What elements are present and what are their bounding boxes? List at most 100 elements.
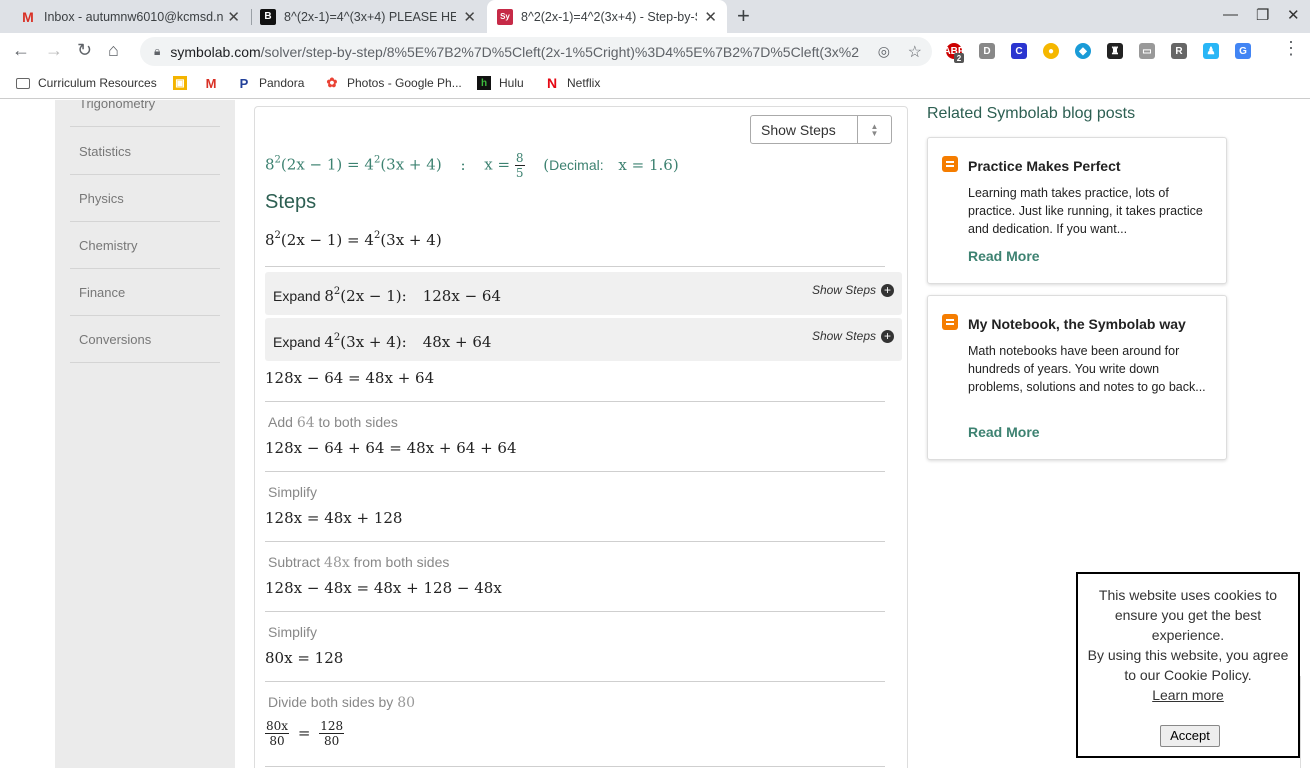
close-window-icon[interactable]: ✕: [1287, 6, 1300, 24]
bookmark-gmail[interactable]: M: [204, 75, 226, 91]
extension-window-icon[interactable]: ▭: [1139, 43, 1155, 59]
sidebar-item-finance[interactable]: Finance: [70, 269, 220, 316]
accept-button[interactable]: Accept: [1160, 725, 1220, 747]
equation-step: 128x − 48x = 48x + 128 − 48x: [265, 579, 502, 597]
blog-excerpt: Learning math takes practice, lots of pr…: [968, 186, 1203, 236]
location-icon[interactable]: ◎: [878, 43, 890, 60]
minimize-icon[interactable]: —: [1223, 6, 1238, 23]
divider: [265, 681, 885, 682]
equation-step: 128x − 64 = 48x + 64: [265, 369, 435, 387]
blog-card: My Notebook, the Symbolab way Math noteb…: [927, 295, 1227, 460]
fraction-equation: 80x 80 = 128 80: [265, 719, 345, 748]
show-steps-button[interactable]: Show Steps +: [812, 329, 894, 343]
extension-coin-icon[interactable]: ●: [1043, 43, 1059, 59]
read-more-link[interactable]: Read More: [968, 424, 1040, 440]
solution-panel: Show Steps ▲ ▼ 82(2x − 1) = 42(3x + 4) : …: [254, 106, 908, 768]
restore-icon[interactable]: ❐: [1256, 6, 1269, 24]
step-description: Divide both sides by 80: [268, 694, 416, 711]
bookmarks-bar: Curriculum Resources ▣ M P Pandora ✿ Photo…: [0, 69, 1310, 99]
bookmark-hulu[interactable]: h Hulu: [477, 76, 524, 90]
tab-gmail[interactable]: M Inbox - autumnw6010@kcmsd.n ✕: [10, 0, 250, 33]
tab-title: 8^(2x-1)=4^(3x+4) PLEASE HELP: [284, 9, 456, 24]
menu-icon[interactable]: ⋮: [1282, 38, 1300, 59]
tab-brainly[interactable]: B 8^(2x-1)=4^(3x+4) PLEASE HELP ✕: [250, 0, 486, 33]
extension-d-icon[interactable]: D: [979, 43, 995, 59]
sidebar: Trigonometry Statistics Physics Chemistr…: [55, 100, 235, 768]
extension-dark-icon[interactable]: ♜: [1107, 43, 1123, 59]
bookmark-label: Pandora: [259, 76, 305, 90]
related-posts-title: Related Symbolab blog posts: [927, 105, 1136, 122]
gmail-icon: M: [22, 8, 34, 25]
divider: [265, 471, 885, 472]
star-icon[interactable]: ☆: [908, 42, 922, 62]
step-description: Simplify: [268, 624, 318, 640]
bookmark-classroom[interactable]: ▣: [173, 76, 195, 90]
bookmark-pandora[interactable]: P Pandora: [237, 76, 305, 91]
steps-heading: Steps: [265, 191, 317, 213]
step-description: Simplify: [268, 484, 318, 500]
steps-dropdown[interactable]: Show Steps ▲ ▼: [750, 115, 892, 144]
divider: [265, 611, 885, 612]
blog-excerpt: Math notebooks have been around for hund…: [968, 344, 1206, 394]
divider: [265, 266, 885, 267]
extension-r-icon[interactable]: R: [1171, 43, 1187, 59]
sidebar-item-physics[interactable]: Physics: [70, 175, 220, 222]
blog-title[interactable]: My Notebook, the Symbolab way: [968, 316, 1186, 332]
forward-icon[interactable]: →: [45, 40, 63, 61]
cookie-text: This website uses cookies to ensure you …: [1098, 587, 1278, 643]
expand-step-2: Expand 42(3x + 4): 48x + 64 Show Steps +: [265, 318, 902, 361]
divider: [265, 766, 885, 767]
folder-icon: [16, 77, 30, 89]
read-more-link[interactable]: Read More: [968, 248, 1040, 264]
address-bar[interactable]: 🔒︎ symbolab.com/solver/step-by-step/8%5E…: [140, 37, 932, 66]
blogger-icon: [942, 314, 958, 330]
dropdown-label: Show Steps: [761, 121, 836, 138]
equation-step: 128x = 48x + 128: [265, 509, 403, 527]
extension-vpn-icon[interactable]: ◆: [1075, 43, 1091, 59]
symbolab-icon: Sy: [497, 8, 513, 25]
show-steps-button[interactable]: Show Steps +: [812, 283, 894, 297]
photos-icon: ✿: [326, 75, 338, 90]
extension-badge: 2: [954, 53, 964, 63]
divider: [265, 541, 885, 542]
lock-icon: 🔒︎: [154, 44, 161, 58]
equation-line: 82(2x − 1) = 42(3x + 4): [265, 230, 442, 249]
divider: [265, 401, 885, 402]
blog-card: Practice Makes Perfect Learning math tak…: [927, 137, 1227, 284]
reload-icon[interactable]: ↻: [77, 40, 92, 61]
sidebar-item-conversions[interactable]: Conversions: [70, 316, 220, 363]
toolbar: ← → ↻ ⌂ 🔒︎ symbolab.com/solver/step-by-s…: [0, 33, 1310, 69]
tab-symbolab[interactable]: Sy 8^2(2x-1)=4^2(3x+4) - Step-by-St ✕: [487, 0, 727, 33]
sidebar-item-statistics[interactable]: Statistics: [70, 128, 220, 175]
sidebar-item-chemistry[interactable]: Chemistry: [70, 222, 220, 269]
plus-icon: +: [881, 283, 894, 297]
bookmark-curriculum[interactable]: Curriculum Resources: [16, 76, 157, 90]
gmail-icon: M: [205, 75, 217, 91]
home-icon[interactable]: ⌂: [108, 40, 119, 61]
step-description: Subtract 48x from both sides: [268, 554, 450, 571]
extension-person-icon[interactable]: ♟: [1203, 43, 1219, 59]
bookmark-photos[interactable]: ✿ Photos - Google Ph...: [325, 75, 462, 90]
sidebar-item-trigonometry[interactable]: Trigonometry: [70, 100, 220, 127]
bookmark-netflix[interactable]: N Netflix: [545, 75, 601, 91]
cookie-policy-text: By using this website, you agree to our …: [1087, 647, 1289, 683]
updown-arrows-icon: ▲ ▼: [857, 116, 891, 143]
scrollbar-track[interactable]: [1300, 676, 1310, 768]
translate-icon[interactable]: G: [1235, 43, 1251, 59]
url-host: symbolab.com: [170, 43, 261, 60]
tab-title: Inbox - autumnw6010@kcmsd.n: [44, 9, 224, 24]
decimal-answer: (Decimal: x = 1.6): [543, 155, 679, 174]
blogger-icon: [942, 156, 958, 172]
close-icon[interactable]: ✕: [704, 8, 717, 26]
close-icon[interactable]: ✕: [227, 8, 240, 26]
new-tab-button[interactable]: +: [737, 3, 750, 29]
blog-title[interactable]: Practice Makes Perfect: [968, 158, 1121, 174]
answer: x =: [484, 155, 511, 174]
step-description: Add 64 to both sides: [268, 414, 398, 431]
back-icon[interactable]: ←: [12, 40, 30, 61]
bookmark-label: Netflix: [567, 76, 601, 90]
extension-c-icon[interactable]: C: [1011, 43, 1027, 59]
close-icon[interactable]: ✕: [463, 8, 476, 26]
url-path: /solver/step-by-step/8%5E%7B2%7D%5Cleft(…: [260, 43, 861, 60]
learn-more-link[interactable]: Learn more: [1152, 687, 1224, 703]
